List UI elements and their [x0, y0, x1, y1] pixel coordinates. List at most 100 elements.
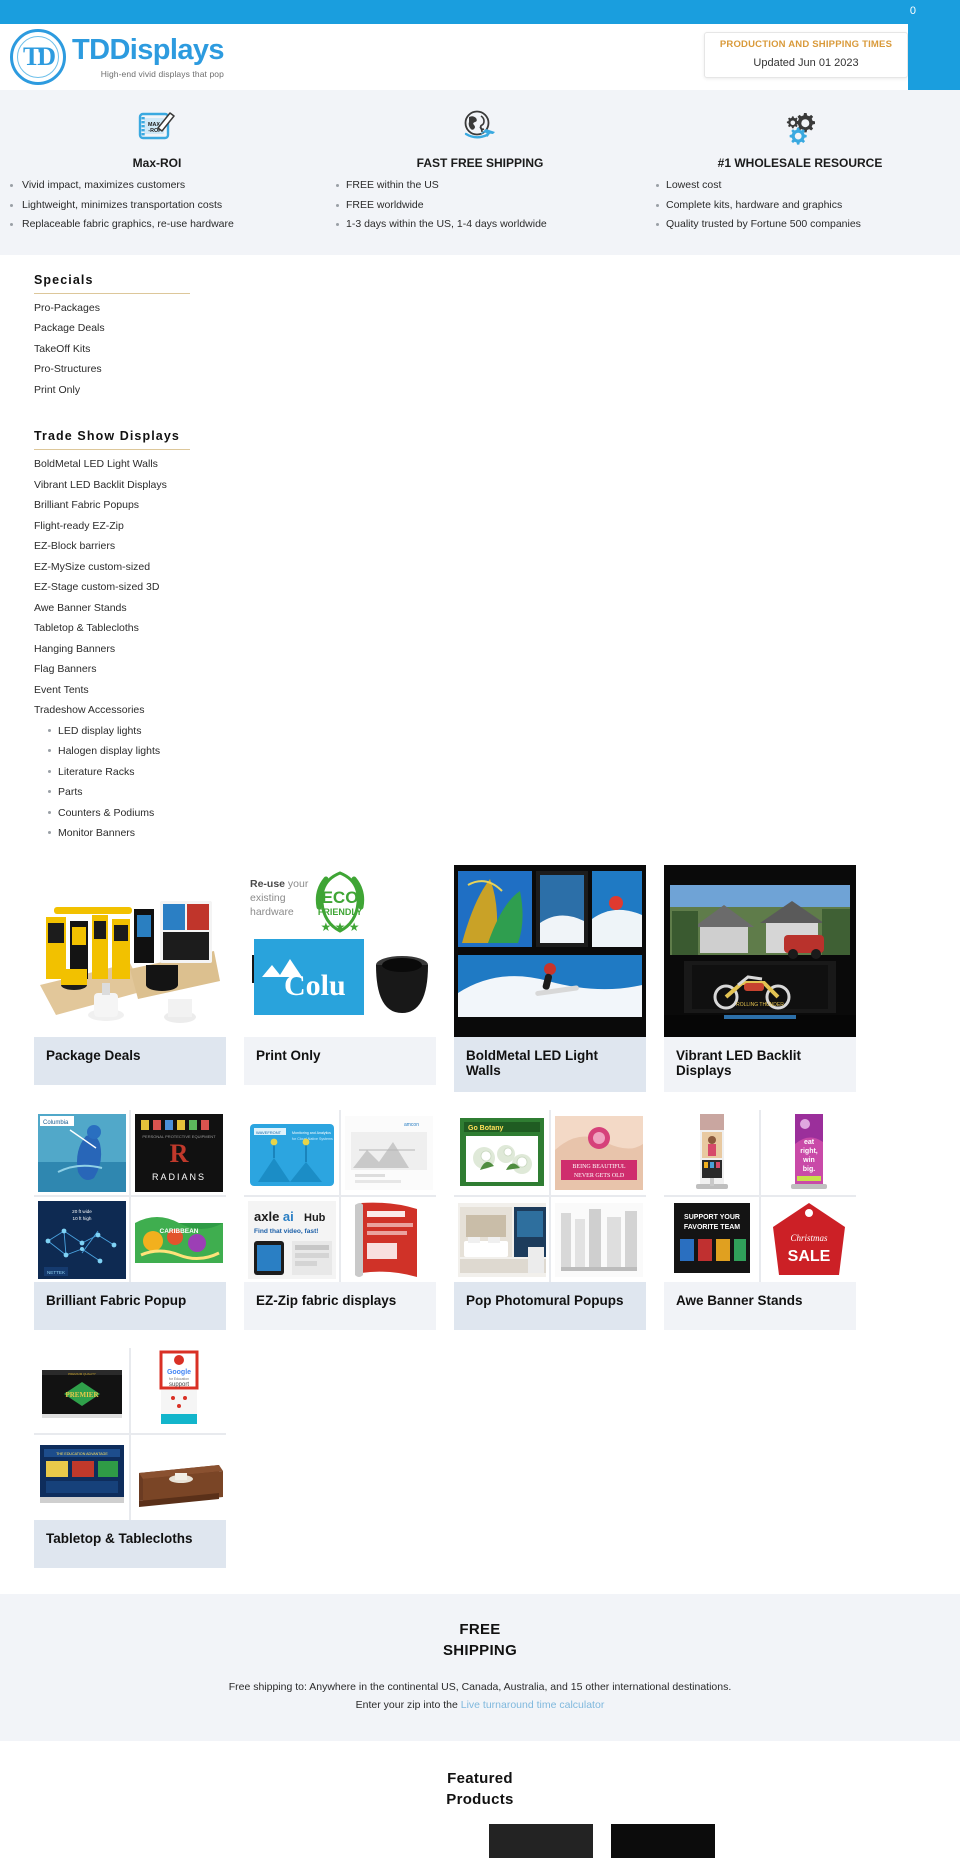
category-card[interactable]: Columbia PERSONAL PROTECTIVE EQUIPMENT R…: [34, 1110, 226, 1331]
sidebar-item-tradeshow-accessories[interactable]: Tradeshow Accessories: [34, 705, 960, 726]
logo-tagline: High-end vivid displays that pop: [100, 68, 224, 79]
featured-placeholder: [367, 1824, 471, 1858]
value-prop-list: FREE within the US FREE worldwide 1-3 da…: [334, 180, 626, 239]
featured-title-line1: Featured: [447, 1770, 513, 1788]
nav-heading-rule: [34, 292, 190, 294]
list-item: Vivid impact, maximizes customers: [8, 180, 306, 200]
featured-product-thumb[interactable]: [611, 1823, 715, 1858]
thumb-retractable-fashion-banner: [664, 1110, 759, 1196]
thumb-go-botany-green: Go Botany: [454, 1110, 549, 1196]
category-card-label: Brilliant Fabric Popup: [34, 1282, 226, 1331]
thumb-being-beautiful-pink: BEING BEAUTIFUL NEVER GETS OLD: [551, 1110, 646, 1196]
sidebar-item-awe-banner-stands[interactable]: Awe Banner Stands: [34, 601, 960, 624]
sidebar-item-ez-stage[interactable]: EZ-Stage custom-sized 3D: [34, 582, 960, 603]
free-shipping-band: FREE SHIPPING Free shipping to: Anywhere…: [0, 1594, 960, 1742]
svg-text:Colu: Colu: [284, 969, 346, 1002]
svg-text:Christmas: Christmas: [790, 1233, 828, 1243]
sidebar-item-pro-packages[interactable]: Pro-Packages: [34, 302, 960, 324]
sidebar-item-tabletop-tablecloths[interactable]: Tabletop & Tablecloths: [34, 623, 960, 644]
svg-text:10 ft high: 10 ft high: [73, 1216, 92, 1221]
value-prop-list: Lowest cost Complete kits, hardware and …: [654, 180, 946, 239]
sidebar-item-monitor-banners[interactable]: Monitor Banners: [48, 828, 960, 849]
header-accent-block: [908, 24, 960, 90]
svg-text:hardware: hardware: [250, 906, 294, 918]
backlit-motorcycle-display-image: ROLLING THUNDER: [664, 864, 856, 1037]
sidebar-item-print-only[interactable]: Print Only: [34, 384, 960, 406]
sidebar-item-label: LED display lights: [58, 724, 142, 737]
sidebar-item-pro-structures[interactable]: Pro-Structures: [34, 364, 960, 385]
list-item: Lowest cost: [654, 180, 946, 200]
sidebar-item-label: Awe Banner Stands: [34, 601, 127, 614]
svg-text:Hub: Hub: [304, 1212, 326, 1224]
sidebar-item-led-display-lights[interactable]: LED display lights: [48, 724, 960, 747]
sidebar-item-literature-racks[interactable]: Literature Racks: [48, 766, 960, 788]
sidebar-item-label: Flight-ready EZ-Zip: [34, 519, 124, 532]
category-card-label: Tabletop & Tablecloths: [34, 1520, 226, 1569]
sidebar-item-vibrant-led-backlit-displays[interactable]: Vibrant LED Backlit Displays: [34, 478, 960, 501]
sidebar-item-counters-podiums[interactable]: Counters & Podiums: [48, 806, 960, 829]
sidebar-item-label: Counters & Podiums: [58, 806, 155, 819]
sidebar-item-label: Brilliant Fabric Popups: [34, 499, 140, 511]
sidebar-item-flag-banners[interactable]: Flag Banners: [34, 664, 960, 685]
production-shipping-times-box[interactable]: PRODUCTION AND SHIPPING TIMES Updated Ju…: [704, 32, 908, 78]
thumb-black-tablecloth: PREMIUM QUALITY PREMIER: [34, 1348, 129, 1434]
sidebar-item-halogen-display-lights[interactable]: Halogen display lights: [48, 746, 960, 767]
gears-icon: [654, 104, 946, 150]
sidebar-item-label: EZ-Block barriers: [34, 540, 116, 552]
category-card-label: Vibrant LED Backlit Displays: [664, 1036, 856, 1093]
value-prop-title: #1 WHOLESALE RESOURCE: [717, 156, 883, 170]
sidebar-item-event-tents[interactable]: Event Tents: [34, 683, 960, 706]
featured-product-thumb[interactable]: [489, 1823, 593, 1858]
list-item: FREE worldwide: [334, 199, 626, 220]
category-card[interactable]: Package Deals: [34, 864, 226, 1093]
sidebar-item-brilliant-fabric-popups[interactable]: Brilliant Fabric Popups: [34, 500, 960, 521]
thumb-radians-black: PERSONAL PROTECTIVE EQUIPMENT R RADIANS: [131, 1110, 226, 1196]
sidebar-item-takeoff-kits[interactable]: TakeOff Kits: [34, 342, 960, 365]
free-shipping-title-line1: FREE: [459, 1621, 501, 1639]
site-header: TD TDDisplays High-end vivid displays th…: [0, 24, 960, 90]
free-shipping-body: Free shipping to: Anywhere in the contin…: [228, 1680, 732, 1693]
value-prop-title: FAST FREE SHIPPING: [416, 156, 544, 170]
sidebar-item-label: Flag Banners: [34, 663, 97, 675]
free-shipping-title-line2: SHIPPING: [442, 1641, 518, 1659]
svg-text:Find that video, fast!: Find that video, fast!: [254, 1228, 318, 1235]
site-logo[interactable]: TD TDDisplays High-end vivid displays th…: [0, 29, 225, 85]
category-card-label: EZ-Zip fabric displays: [244, 1282, 436, 1331]
notepad-pencil-icon: MAX -ROI: [8, 104, 306, 150]
list-item: FREE within the US: [334, 180, 626, 200]
thumb-christmas-sale-tag: Christmas SALE: [761, 1197, 856, 1283]
category-card[interactable]: Re-use your existing hardware ECO FRIEND…: [244, 864, 436, 1093]
category-card[interactable]: WAVEFRONT Monitoring and Analytics for C…: [244, 1110, 436, 1331]
sidebar-item-parts[interactable]: Parts: [48, 787, 960, 808]
svg-text:for Cloud-Native Systems: for Cloud-Native Systems: [292, 1137, 333, 1141]
logo-wordmark: TDDisplays: [72, 33, 225, 66]
thumb-wavefront-blue: WAVEFRONT Monitoring and Analytics for C…: [244, 1110, 339, 1196]
sidebar-item-boldmetal-led-light-walls[interactable]: BoldMetal LED Light Walls: [34, 459, 960, 480]
thumb-support-your-team-banner: SUPPORT YOUR FAVORITE TEAM: [664, 1197, 759, 1283]
sidebar-item-label: Event Tents: [34, 683, 89, 696]
value-prop-max-roi: MAX -ROI Max-ROI Vivid impact, maximizes…: [0, 104, 320, 239]
sidebar-item-label: Vibrant LED Backlit Displays: [34, 478, 167, 491]
category-card[interactable]: BoldMetal LED Light Walls: [454, 864, 646, 1093]
thumb-tropical-colorful: CARIBBEAN: [131, 1197, 226, 1283]
live-turnaround-calculator-link[interactable]: Live turnaround time calculator: [461, 1699, 605, 1711]
sidebar-item-package-deals[interactable]: Package Deals: [34, 323, 960, 344]
sidebar-item-ez-mysize[interactable]: EZ-MySize custom-sized: [34, 561, 960, 583]
thumb-eat-right-win-big-banner: eat right, win big.: [761, 1110, 856, 1196]
svg-text:CARIBBEAN: CARIBBEAN: [160, 1228, 199, 1235]
featured-products-section: Featured Products: [0, 1741, 960, 1868]
category-card[interactable]: Go Botany BEING BEAUTIFUL NEVER GETS OLD…: [454, 1110, 646, 1331]
cart-count[interactable]: 0: [910, 3, 916, 19]
sidebar-item-label: TakeOff Kits: [34, 342, 91, 355]
svg-text:Go Botany: Go Botany: [468, 1125, 503, 1132]
category-card[interactable]: PREMIUM QUALITY PREMIER Google for Educa…: [34, 1348, 226, 1569]
sidebar-item-flight-ready-ez-zip[interactable]: Flight-ready EZ-Zip: [34, 519, 960, 542]
nav-list-specials: Pro-Packages Package Deals TakeOff Kits …: [34, 302, 960, 406]
category-card[interactable]: eat right, win big. SUPPORT YOUR FAVORIT…: [664, 1110, 856, 1331]
production-box-title: PRODUCTION AND SHIPPING TIMES: [719, 39, 893, 50]
sidebar-item-ez-block-barriers[interactable]: EZ-Block barriers: [34, 541, 960, 562]
sidebar-item-label: Tabletop & Tablecloths: [34, 622, 139, 634]
category-card[interactable]: ROLLING THUNDER Vibrant LED Backlit Disp…: [664, 864, 856, 1093]
logo-initials: TD: [22, 42, 56, 71]
sidebar-item-hanging-banners[interactable]: Hanging Banners: [34, 643, 960, 665]
